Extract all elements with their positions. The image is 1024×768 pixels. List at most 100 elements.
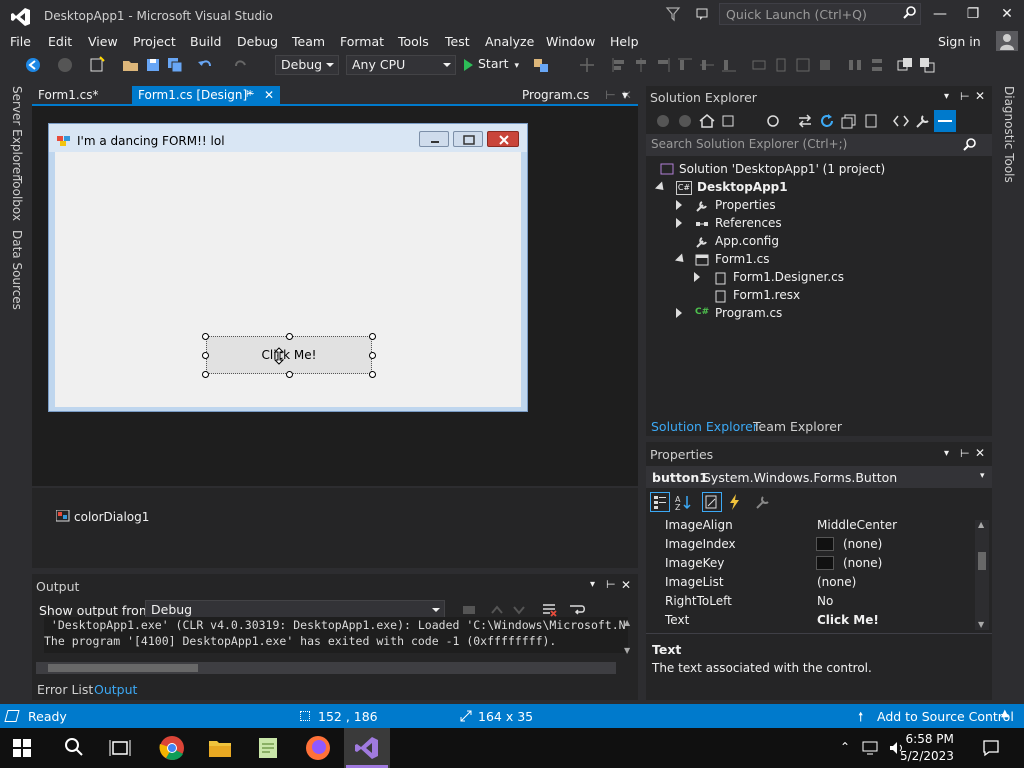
scroll-down-icon[interactable]: ▼ <box>978 620 984 629</box>
props-pin-icon[interactable]: ⊢ <box>960 447 970 460</box>
sign-in-link[interactable]: Sign in <box>938 34 981 49</box>
firefox-icon[interactable] <box>304 734 332 762</box>
visual-studio-taskbar-icon[interactable] <box>353 734 381 762</box>
align-rights-icon[interactable] <box>654 56 672 74</box>
expand-arrow-icon[interactable] <box>694 272 700 282</box>
resize-handle-nw[interactable] <box>202 333 209 340</box>
menu-window[interactable]: Window <box>546 33 595 55</box>
color-dialog-component[interactable]: colorDialog1 <box>74 510 149 524</box>
se-pin-icon[interactable]: ⊢ <box>960 90 970 103</box>
align-bottoms-icon[interactable] <box>720 56 738 74</box>
chevron-up-icon[interactable]: ▲ <box>1001 708 1009 719</box>
tab-error-list[interactable]: Error List <box>37 682 93 697</box>
system-clock[interactable]: 6:58 PM 5/2/2023 <box>900 731 954 765</box>
solution-configuration-select[interactable]: Debug <box>275 55 339 75</box>
taskbar-search-icon[interactable] <box>60 734 88 762</box>
prop-value[interactable]: Click Me! <box>817 611 879 630</box>
tab-server-explorer[interactable]: Server Explorer <box>10 86 24 179</box>
menu-analyze[interactable]: Analyze <box>485 33 534 55</box>
properties-wrench-icon[interactable] <box>914 112 932 130</box>
make-same-size-icon[interactable] <box>794 56 812 74</box>
categorized-view-icon[interactable] <box>650 492 670 512</box>
align-centers-icon[interactable] <box>632 56 650 74</box>
resize-handle-n[interactable] <box>286 333 293 340</box>
undo-icon[interactable] <box>196 56 214 74</box>
user-avatar-icon[interactable] <box>996 31 1018 51</box>
menu-format[interactable]: Format <box>340 33 384 55</box>
preview-selected-items-icon[interactable] <box>934 110 956 132</box>
resize-handle-w[interactable] <box>202 352 209 359</box>
redo-icon[interactable] <box>232 56 250 74</box>
network-icon[interactable] <box>862 740 880 756</box>
tree-item-form1-resx[interactable]: Form1.resx <box>733 286 800 304</box>
se-search-icon[interactable] <box>962 137 978 153</box>
pin-icon[interactable]: ⊢ <box>605 88 615 102</box>
object-selector[interactable]: button1 System.Windows.Forms.Button ▾ <box>646 466 992 488</box>
prop-name[interactable]: ImageKey <box>665 554 724 573</box>
make-same-height-icon[interactable] <box>772 56 790 74</box>
size-to-grid-icon[interactable] <box>816 56 834 74</box>
scroll-thumb[interactable] <box>978 552 986 570</box>
tree-item-program-cs[interactable]: Program.cs <box>715 304 782 322</box>
tab-team-explorer[interactable]: Team Explorer <box>753 419 842 434</box>
save-all-icon[interactable] <box>166 56 184 74</box>
prop-value[interactable]: (none) <box>843 535 882 554</box>
task-view-icon[interactable] <box>106 734 134 762</box>
tab-form1-design[interactable]: Form1.cs [Design]* ⊢ ✕ <box>132 86 280 104</box>
pending-changes-filter-icon[interactable] <box>764 112 782 130</box>
menu-view[interactable]: View <box>88 33 118 55</box>
bring-to-front-icon[interactable] <box>896 56 914 74</box>
switch-views-icon[interactable] <box>720 112 738 130</box>
tree-item-form1-cs[interactable]: Form1.cs <box>715 250 770 268</box>
home-icon[interactable] <box>698 112 716 130</box>
output-scroll-down-icon[interactable]: ▼ <box>624 646 630 655</box>
events-lightning-icon[interactable] <box>726 493 744 511</box>
tab-toolbox[interactable]: Toolbox <box>10 176 24 221</box>
start-debugging-button[interactable]: Start ▾ <box>464 56 519 74</box>
notification-filter-icon[interactable] <box>665 6 681 22</box>
menu-tools[interactable]: Tools <box>398 33 429 55</box>
tree-item-solution[interactable]: Solution 'DesktopApp1' (1 project) <box>679 160 885 178</box>
menu-help[interactable]: Help <box>610 33 639 55</box>
click-me-button[interactable]: Click Me! <box>206 336 372 374</box>
collapse-all-icon[interactable] <box>840 112 858 130</box>
scroll-thumb[interactable] <box>48 664 198 672</box>
tab-data-sources[interactable]: Data Sources <box>10 230 24 310</box>
align-lefts-icon[interactable] <box>610 56 628 74</box>
scroll-up-icon[interactable]: ▲ <box>978 520 984 529</box>
expand-arrow-icon[interactable] <box>676 218 682 228</box>
solution-platform-select[interactable]: Any CPU <box>346 55 456 75</box>
tab-form1-cs[interactable]: Form1.cs* <box>32 86 105 104</box>
expand-arrow-icon[interactable] <box>676 308 682 318</box>
chrome-icon[interactable] <box>158 734 186 762</box>
tab-overflow-dropdown-icon[interactable]: ▾ <box>622 86 628 104</box>
close-button[interactable]: ✕ <box>995 4 1019 24</box>
tab-output[interactable]: Output <box>94 682 137 697</box>
output-close-icon[interactable]: ✕ <box>621 578 631 592</box>
solution-explorer-search-input[interactable]: Search Solution Explorer (Ctrl+;) <box>646 134 992 156</box>
output-pin-icon[interactable]: ⊢ <box>606 578 616 591</box>
tab-diagnostic-tools[interactable]: Diagnostic Tools <box>1002 86 1016 183</box>
chevron-up-icon[interactable]: ⌃ <box>840 740 850 754</box>
open-file-icon[interactable] <box>122 56 140 74</box>
tree-item-app-config[interactable]: App.config <box>715 232 779 250</box>
menu-test[interactable]: Test <box>445 33 470 55</box>
windows-start-icon[interactable] <box>10 736 34 760</box>
vertical-spacing-icon[interactable] <box>868 56 886 74</box>
props-dropdown-icon[interactable]: ▾ <box>944 448 949 459</box>
notifications-icon[interactable] <box>982 739 1000 757</box>
show-all-files-icon[interactable] <box>862 112 880 130</box>
prop-name[interactable]: ImageAlign <box>665 516 733 535</box>
minimize-button[interactable]: — <box>928 4 952 24</box>
output-scroll-up-icon[interactable]: ▲ <box>624 618 630 627</box>
prop-name[interactable]: ImageIndex <box>665 535 736 554</box>
resize-handle-se[interactable] <box>369 371 376 378</box>
se-back-icon[interactable] <box>654 112 672 130</box>
menu-project[interactable]: Project <box>133 33 176 55</box>
make-same-width-icon[interactable] <box>750 56 768 74</box>
maximize-button[interactable]: ❐ <box>961 4 985 24</box>
pin-icon[interactable]: ⊢ <box>246 86 255 104</box>
se-close-icon[interactable]: ✕ <box>975 89 985 103</box>
prop-name[interactable]: Text <box>665 611 689 630</box>
align-middles-icon[interactable] <box>698 56 716 74</box>
